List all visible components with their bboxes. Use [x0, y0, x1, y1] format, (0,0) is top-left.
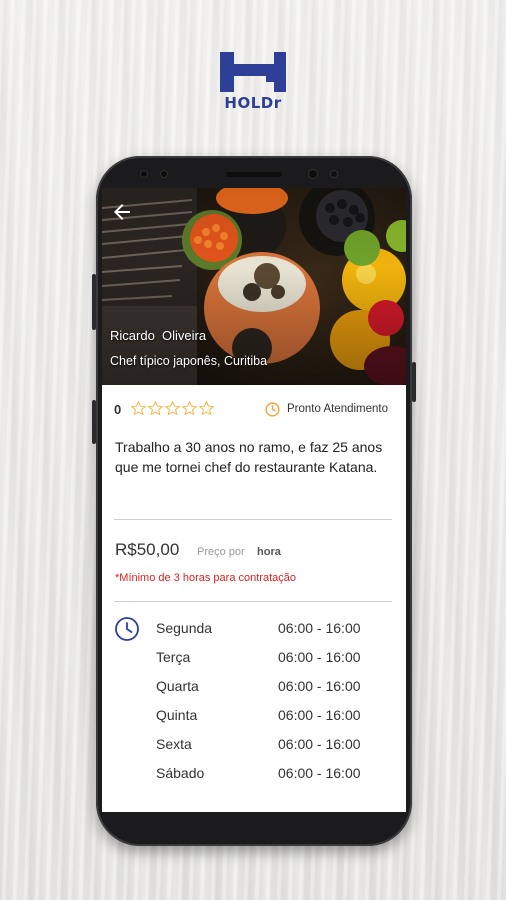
phone-top-bezel — [96, 156, 412, 190]
schedule-day: Terça — [156, 649, 191, 665]
schedule-day: Quarta — [156, 678, 199, 694]
star-icon[interactable] — [147, 400, 164, 417]
availability-status: Pronto Atendimento — [287, 403, 389, 415]
schedule-list: Segunda 06:00 - 16:00 Terça 06:00 - 16:00 Qu… — [156, 620, 392, 794]
schedule-day: Quinta — [156, 707, 198, 723]
schedule-time: 06:00 - 16:00 — [278, 707, 361, 723]
brand-logo: HOLDr — [216, 50, 290, 116]
schedule-day: Sexta — [156, 736, 192, 752]
volume-button — [92, 274, 96, 330]
schedule-day: Segunda — [156, 620, 213, 636]
chef-bio: Trabalho a 30 anos no ramo, e faz 25 ano… — [115, 439, 383, 475]
sensor-dot — [140, 170, 148, 178]
schedule-row: Segunda 06:00 - 16:00 — [156, 620, 392, 649]
star-rating[interactable] — [130, 400, 215, 417]
schedule-day: Sábado — [156, 765, 205, 781]
star-icon[interactable] — [130, 400, 147, 417]
star-icon[interactable] — [164, 400, 181, 417]
back-button[interactable] — [110, 200, 134, 224]
price-value: R$50,00 — [115, 540, 180, 559]
front-camera — [308, 169, 318, 179]
earpiece-speaker — [226, 172, 282, 177]
app-screen: Ricardo Oliveira Chef típico japonês, Cu… — [102, 188, 406, 812]
schedule-time: 06:00 - 16:00 — [278, 678, 361, 694]
schedule-row: Sábado 06:00 - 16:00 — [156, 765, 392, 794]
schedule-row: Quarta 06:00 - 16:00 — [156, 678, 392, 707]
sensor-dot — [330, 170, 338, 178]
schedule-time: 06:00 - 16:00 — [278, 765, 361, 781]
schedule-time: 06:00 - 16:00 — [278, 649, 361, 665]
brand-wordmark: HOLDr — [224, 94, 282, 112]
clock-icon — [115, 617, 139, 641]
schedule-row: Terça 06:00 - 16:00 — [156, 649, 392, 678]
chef-hero-image: Ricardo Oliveira Chef típico japonês, Cu… — [102, 188, 406, 385]
star-icon[interactable] — [181, 400, 198, 417]
rating-row: 0 Pronto Atendimento — [114, 400, 404, 420]
chef-subtitle: Chef típico japonês, Curitiba — [110, 354, 268, 368]
price-unit: hora — [257, 546, 281, 558]
chef-name: Ricardo Oliveira — [110, 328, 207, 343]
star-icon[interactable] — [198, 400, 215, 417]
logo-mark-icon — [220, 52, 286, 92]
schedule-row: Sexta 06:00 - 16:00 — [156, 736, 392, 765]
schedule-row: Quinta 06:00 - 16:00 — [156, 707, 392, 736]
schedule-time: 06:00 - 16:00 — [278, 620, 361, 636]
schedule-time: 06:00 - 16:00 — [278, 736, 361, 752]
bixby-button — [92, 400, 96, 444]
price-per-label: Preço por — [197, 546, 245, 558]
sensor-dot — [160, 170, 168, 178]
rating-value: 0 — [114, 402, 122, 417]
divider — [114, 601, 392, 602]
divider — [114, 519, 392, 520]
power-button — [412, 362, 416, 402]
arrow-left-icon — [114, 204, 130, 220]
minimum-hours-note: *Mínimo de 3 horas para contratação — [115, 572, 296, 584]
clock-icon — [265, 402, 280, 417]
